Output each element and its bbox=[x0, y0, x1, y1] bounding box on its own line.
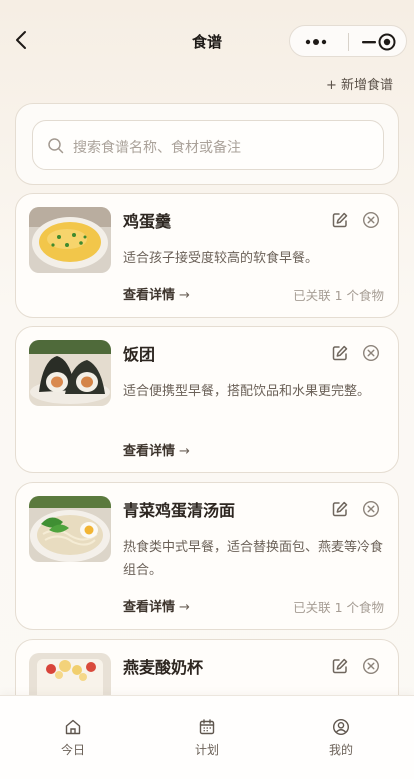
home-icon bbox=[65, 719, 81, 735]
tab-mine[interactable]: 我的 bbox=[301, 718, 381, 758]
tab-label: 今日 bbox=[60, 743, 85, 757]
close-capsule-icon[interactable] bbox=[377, 32, 397, 52]
recipe-thumbnail bbox=[29, 496, 111, 562]
view-details-label: 查看详情 bbox=[123, 288, 176, 303]
view-details-link[interactable]: 查看详情 → bbox=[123, 440, 190, 459]
view-details-label: 查看详情 bbox=[123, 600, 176, 615]
search-input[interactable]: 搜索食谱名称、食材或备注 bbox=[32, 120, 384, 170]
recipe-thumbnail bbox=[29, 340, 111, 406]
recipe-thumbnail bbox=[29, 207, 111, 273]
edit-icon[interactable] bbox=[331, 500, 349, 518]
calendar-icon bbox=[199, 719, 215, 735]
recipe-name: 鸡蛋羹 bbox=[123, 212, 172, 231]
recipe-description: 适合便携型早餐，搭配饮品和水果更完整。 bbox=[123, 384, 371, 399]
delete-icon[interactable] bbox=[362, 211, 380, 229]
add-recipe-button[interactable]: + 新增食谱 bbox=[326, 74, 393, 93]
user-icon bbox=[332, 718, 350, 736]
edit-icon[interactable] bbox=[331, 657, 349, 675]
arrow-right-icon: → bbox=[179, 288, 190, 303]
search-card: 搜索食谱名称、食材或备注 bbox=[15, 103, 399, 185]
recipe-card[interactable]: 鸡蛋羹 适合孩子接受度较高的软食早餐。 查看详情 → 已关联 1 个食物 bbox=[15, 193, 399, 318]
tab-label: 计划 bbox=[194, 743, 219, 757]
bottom-tab-bar: 今日 计划 我的 bbox=[0, 695, 414, 779]
tab-today[interactable]: 今日 bbox=[33, 718, 113, 758]
search-placeholder: 搜索食谱名称、食材或备注 bbox=[73, 140, 241, 156]
delete-icon[interactable] bbox=[362, 657, 380, 675]
view-details-link[interactable]: 查看详情 → bbox=[123, 284, 190, 303]
recipe-description: 热食类中式早餐，适合替换面包、燕麦等冷食组合。 bbox=[123, 540, 384, 578]
edit-icon[interactable] bbox=[331, 211, 349, 229]
edit-icon[interactable] bbox=[331, 344, 349, 362]
recipe-card[interactable]: 饭团 适合便携型早餐，搭配饮品和水果更完整。 查看详情 → bbox=[15, 326, 399, 473]
view-details-link[interactable]: 查看详情 → bbox=[123, 596, 190, 615]
linked-food-count: 已关联 1 个食物 bbox=[293, 600, 384, 615]
capsule-divider bbox=[348, 33, 349, 51]
recipe-name: 燕麦酸奶杯 bbox=[123, 658, 204, 677]
recipe-card[interactable]: 青菜鸡蛋清汤面 热食类中式早餐，适合替换面包、燕麦等冷食组合。 查看详情 → 已关… bbox=[15, 482, 399, 630]
linked-food-count: 已关联 1 个食物 bbox=[293, 288, 384, 303]
navbar: 食谱 bbox=[0, 0, 414, 62]
view-details-label: 查看详情 bbox=[123, 444, 176, 459]
recipe-description: 适合孩子接受度较高的软食早餐。 bbox=[123, 251, 319, 266]
arrow-right-icon: → bbox=[179, 444, 190, 459]
tab-label: 我的 bbox=[328, 743, 353, 757]
recipe-name: 青菜鸡蛋清汤面 bbox=[123, 501, 236, 520]
delete-icon[interactable] bbox=[362, 344, 380, 362]
delete-icon[interactable] bbox=[362, 500, 380, 518]
recipe-name: 饭团 bbox=[123, 345, 156, 364]
tab-plan[interactable]: 计划 bbox=[167, 718, 247, 758]
mini-program-capsule bbox=[289, 25, 407, 57]
search-icon bbox=[48, 138, 64, 154]
arrow-right-icon: → bbox=[179, 600, 190, 615]
more-dots-icon[interactable] bbox=[304, 34, 328, 50]
